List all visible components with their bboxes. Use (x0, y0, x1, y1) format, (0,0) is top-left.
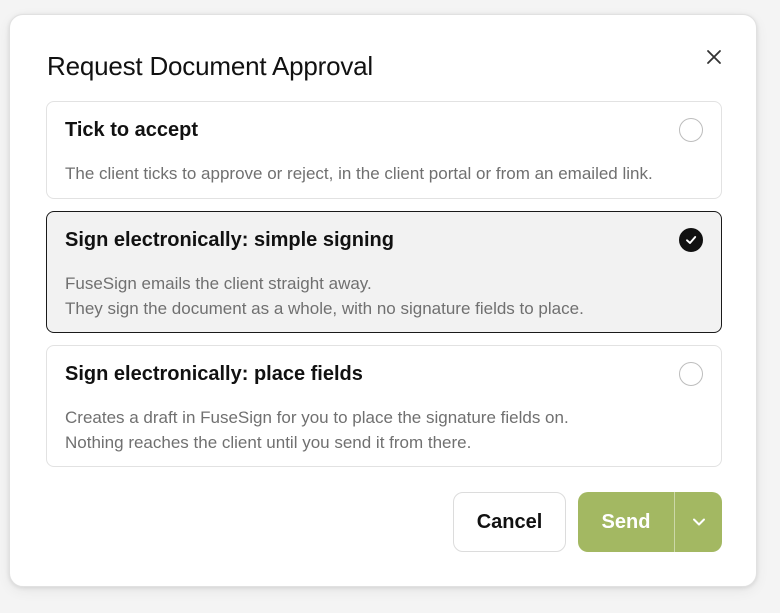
option-description-line: Creates a draft in FuseSign for you to p… (65, 408, 569, 427)
option-title: Tick to accept (65, 119, 199, 141)
send-options-button[interactable] (675, 492, 722, 552)
option-description-line: FuseSign emails the client straight away… (65, 274, 372, 293)
option-place-fields[interactable]: Sign electronically: place fields Create… (46, 345, 722, 467)
close-icon (707, 50, 721, 64)
close-button[interactable] (702, 45, 726, 69)
option-description-line: They sign the document as a whole, with … (65, 299, 584, 318)
option-title: Sign electronically: place fields (65, 363, 363, 385)
checkmark-icon (686, 236, 697, 244)
radio-unchecked[interactable] (679, 118, 703, 142)
option-description-line: Nothing reaches the client until you sen… (65, 433, 472, 452)
option-title: Sign electronically: simple signing (65, 229, 394, 251)
request-approval-dialog: Request Document Approval Tick to accept… (9, 14, 757, 587)
radio-checked[interactable] (679, 228, 703, 252)
chevron-down-icon (692, 518, 705, 526)
option-description-line: The client ticks to approve or reject, i… (65, 164, 653, 183)
dialog-title: Request Document Approval (47, 51, 373, 81)
cancel-button[interactable]: Cancel (453, 492, 566, 552)
option-simple-signing[interactable]: Sign electronically: simple signing Fuse… (46, 211, 722, 333)
send-split-button: Send (578, 492, 722, 552)
radio-unchecked[interactable] (679, 362, 703, 386)
option-tick-to-accept[interactable]: Tick to accept The client ticks to appro… (46, 101, 722, 199)
send-button[interactable]: Send (578, 492, 674, 552)
